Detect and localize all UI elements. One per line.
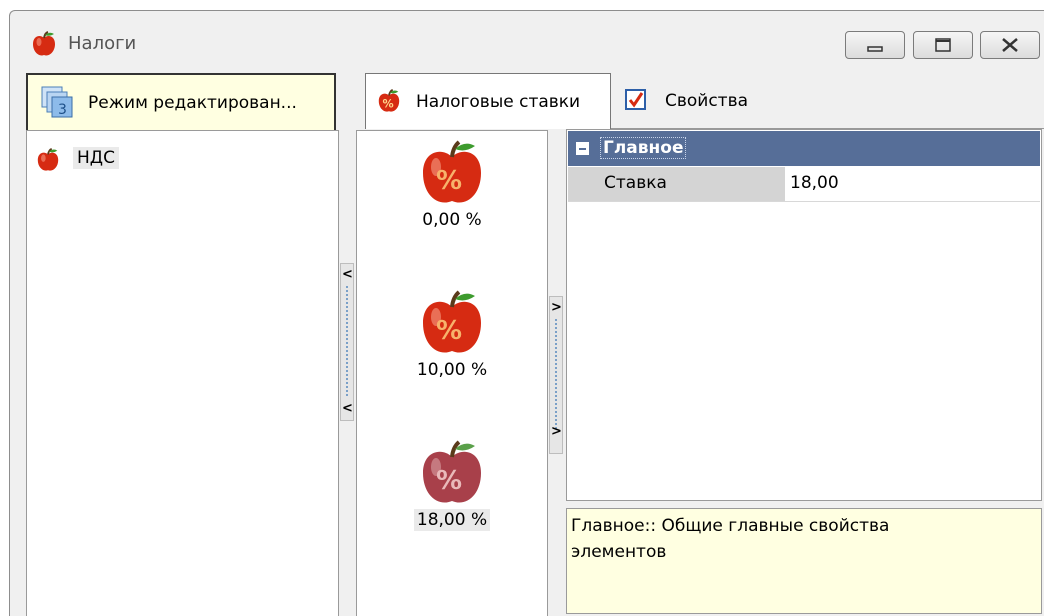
category-label: Главное bbox=[600, 137, 687, 159]
taxes-window: Налоги 3 Режим редактирован... НДС < < %… bbox=[9, 10, 1044, 616]
percent-apple-icon: % bbox=[423, 440, 481, 503]
rate-label: 18,00 % bbox=[413, 509, 491, 531]
minimize-icon bbox=[867, 46, 883, 52]
tab-tax-rates[interactable]: % Налоговые ставки bbox=[365, 73, 611, 129]
chevron-right-icon[interactable]: > bbox=[551, 301, 562, 315]
svg-text:%: % bbox=[436, 166, 462, 196]
property-name: Ставка bbox=[604, 173, 667, 193]
tab-tax-rates-label: Налоговые ставки bbox=[416, 92, 581, 112]
tab-properties-label: Свойства bbox=[665, 91, 749, 111]
svg-text:3: 3 bbox=[58, 102, 67, 118]
chevron-left-icon[interactable]: < bbox=[342, 402, 353, 416]
chevron-left-icon[interactable]: < bbox=[342, 268, 353, 282]
close-button[interactable] bbox=[980, 31, 1040, 59]
property-value[interactable]: 18,00 bbox=[790, 173, 839, 193]
tax-rates-list[interactable]: % 0,00 % % 10,00 % % 18,00 % bbox=[356, 130, 548, 616]
rate-item[interactable]: % 18,00 % bbox=[357, 439, 547, 531]
maximize-icon bbox=[935, 38, 951, 52]
property-name-cell: Ставка bbox=[568, 167, 785, 201]
title-bar[interactable]: Налоги bbox=[10, 11, 1044, 69]
property-grid[interactable]: Главное Ставка 18,00 bbox=[566, 129, 1042, 501]
tab-properties[interactable]: Свойства bbox=[611, 73, 1044, 129]
rate-item[interactable]: % 0,00 % bbox=[357, 139, 547, 231]
description-panel: Главное:: Общие главные свойства элемент… bbox=[566, 508, 1042, 614]
description-text: Главное:: Общие главные свойства элемент… bbox=[571, 516, 890, 562]
window-title: Налоги bbox=[68, 33, 137, 54]
splitter-grip bbox=[346, 286, 350, 396]
rate-label: 0,00 % bbox=[422, 210, 482, 230]
percent-apple-icon: % bbox=[378, 88, 400, 112]
maximize-button[interactable] bbox=[913, 31, 973, 59]
edit-mode-tab[interactable]: 3 Режим редактирован... bbox=[26, 73, 336, 131]
splitter-grip bbox=[555, 319, 559, 429]
svg-text:%: % bbox=[436, 316, 462, 346]
rate-item[interactable]: % 10,00 % bbox=[357, 289, 547, 381]
left-splitter[interactable]: < < bbox=[340, 263, 354, 421]
percent-apple-icon: % bbox=[423, 140, 481, 203]
tab-strip: % Налоговые ставки Свойства bbox=[365, 73, 1044, 129]
rate-label: 10,00 % bbox=[416, 360, 488, 380]
checkbox-icon bbox=[625, 89, 646, 110]
category-row[interactable]: Главное bbox=[568, 131, 1040, 166]
tax-tree[interactable]: НДС bbox=[26, 130, 339, 616]
svg-text:%: % bbox=[383, 98, 394, 111]
property-row[interactable]: Ставка 18,00 bbox=[568, 167, 1040, 202]
close-icon bbox=[1002, 38, 1018, 52]
apple-icon bbox=[37, 147, 59, 171]
percent-apple-icon: % bbox=[423, 290, 481, 353]
tree-item-label: НДС bbox=[73, 147, 119, 169]
right-splitter[interactable]: > > bbox=[549, 296, 563, 454]
collapse-icon[interactable] bbox=[576, 142, 589, 155]
edit-mode-icon: 3 bbox=[41, 86, 73, 118]
edit-mode-label: Режим редактирован... bbox=[88, 93, 297, 113]
chevron-right-icon[interactable]: > bbox=[551, 425, 562, 439]
apple-icon bbox=[33, 31, 55, 56]
svg-text:%: % bbox=[436, 466, 462, 496]
minimize-button[interactable] bbox=[845, 31, 905, 59]
